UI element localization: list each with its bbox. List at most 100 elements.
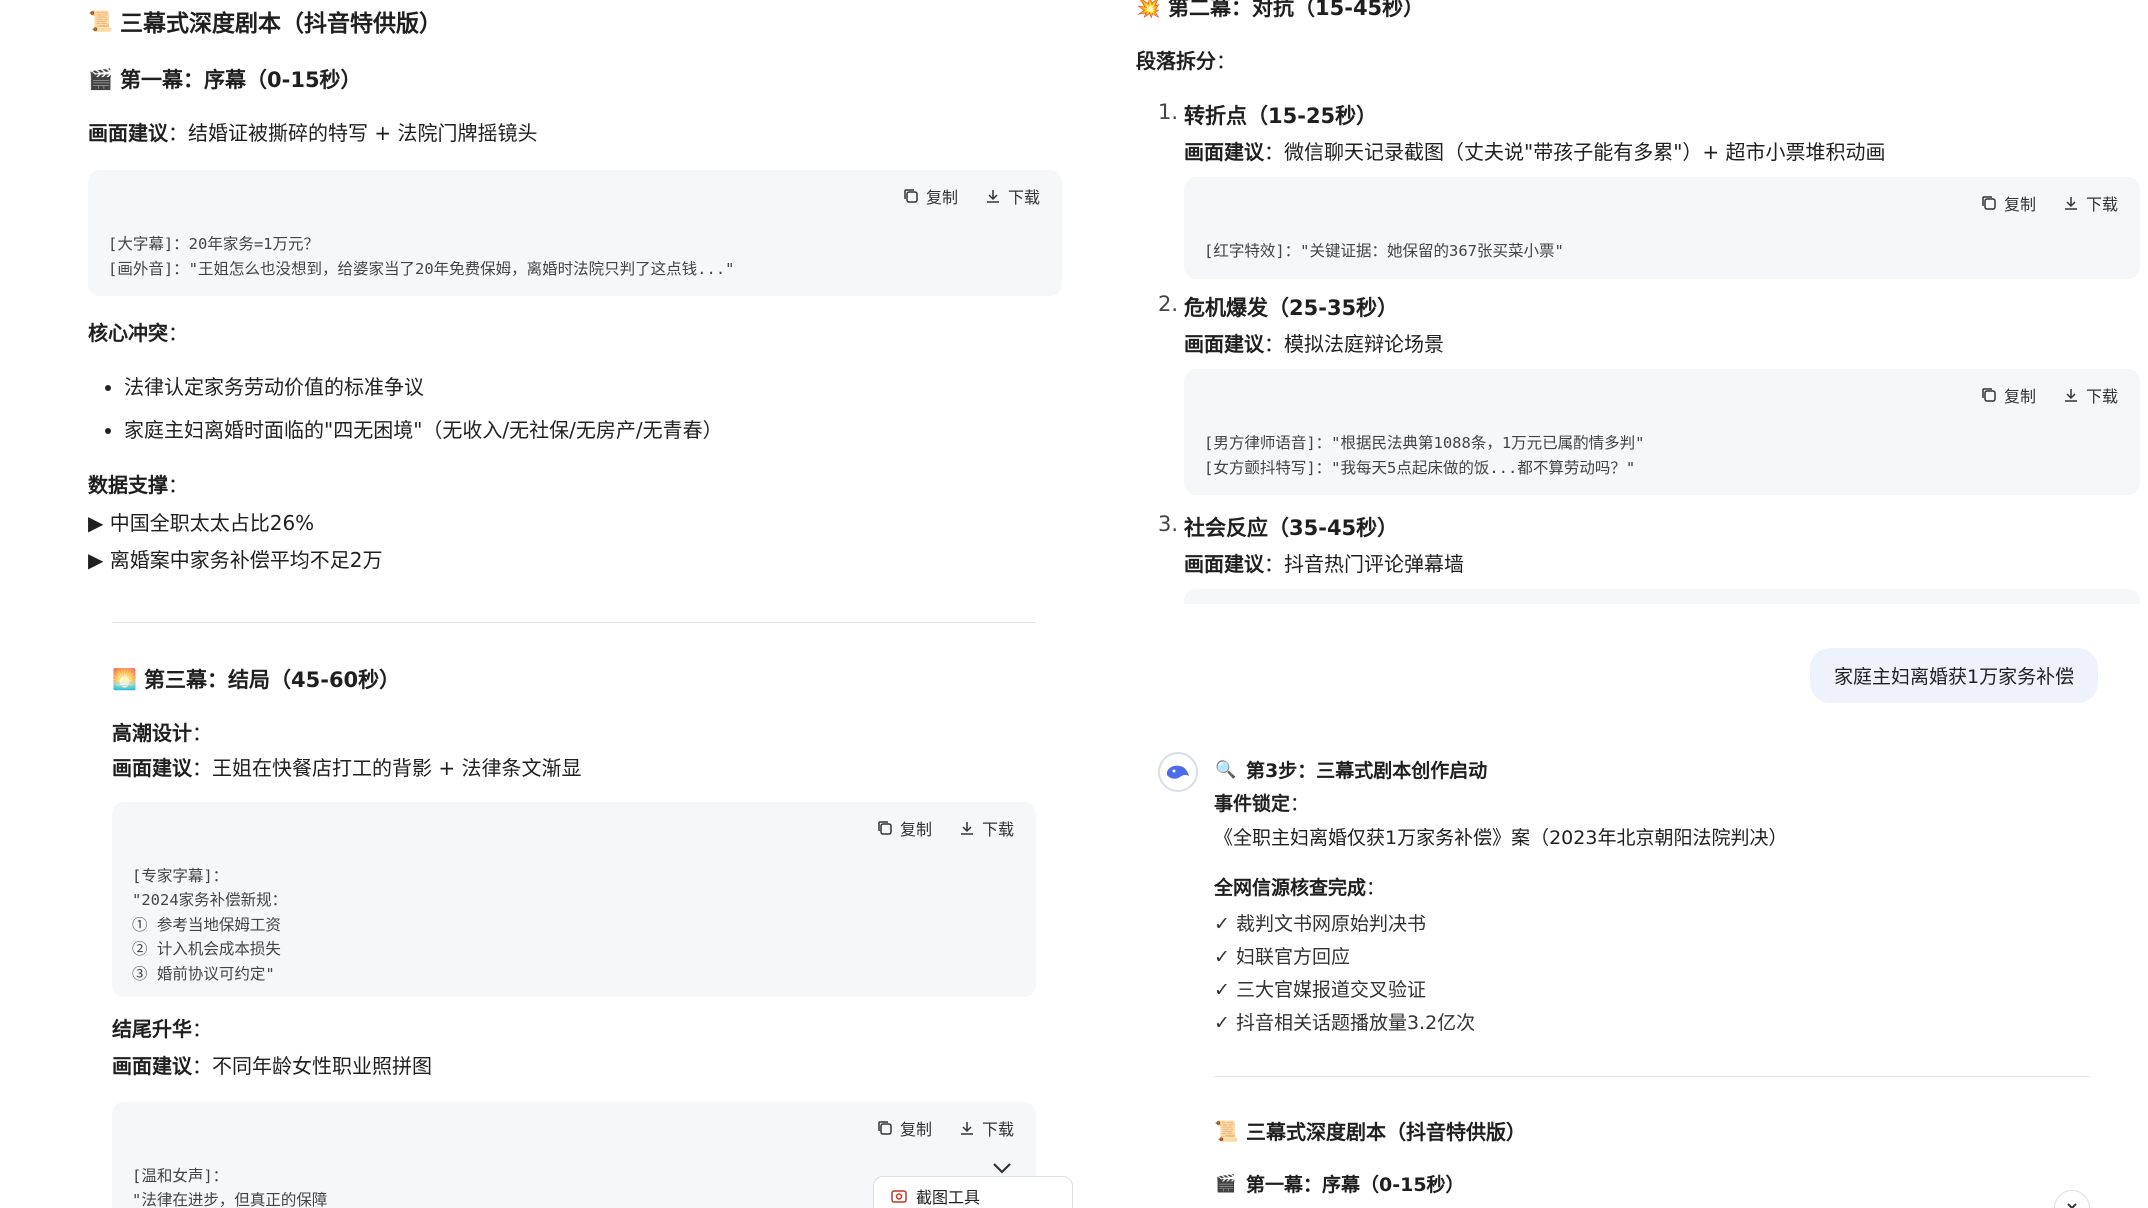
- copy-button[interactable]: 复制: [876, 1116, 932, 1140]
- colon: ：: [1290, 793, 1310, 815]
- visual-text: ：模拟法庭辩论场景: [1264, 332, 1444, 356]
- visual-suggestion: 画面建议：结婚证被撕碎的特写 + 法院门牌摇镜头: [88, 118, 537, 148]
- verify-item: ✓ 妇联官方回应: [1214, 946, 1350, 968]
- ending-label: 结尾升华：: [112, 1014, 212, 1044]
- download-icon: [960, 822, 973, 835]
- step-heading: 🔍 第3步：三幕式剧本创作启动: [1214, 756, 1487, 783]
- list-number: 2.: [1158, 292, 1179, 316]
- conflict-label: 核心冲突: [88, 321, 168, 345]
- act2-list: 1. 转折点（15-25秒） 画面建议：微信聊天记录截图（丈夫说"带孩子能有多累…: [1148, 100, 2148, 604]
- screenshot-tool-tab[interactable]: 截图工具: [873, 1176, 1073, 1208]
- visual-suggestion: 画面建议：不同年龄女性职业照拼图: [112, 1051, 432, 1081]
- code-toolbar: 复制 下载: [1184, 369, 2140, 421]
- code-toolbar: 复制 下载: [1184, 177, 2140, 229]
- data-item: ▶ 中国全职太太占比26%: [88, 511, 315, 535]
- verify-label-text: 全网信源核查完成: [1214, 877, 1367, 899]
- code-block: 复制 下载 [男方律师语音]："根据民法典第1088条，1万元已属酌情多判" […: [1184, 369, 2140, 495]
- conflict-list: 法律认定家务劳动价值的标准争议 家庭主妇离婚时面临的"四无困境"（无收入/无社保…: [88, 372, 723, 446]
- script-title: 📜 三幕式深度剧本（抖音特供版）: [88, 4, 442, 38]
- code-content: [专家字幕]： "2024家务补偿新规： ① 参考当地保姆工资 ② 计入机会成本…: [132, 867, 288, 983]
- act1-heading: 🎬 第一幕：序幕（0-15秒）: [88, 64, 362, 94]
- act3-heading: 🌅 第三幕：结局（45-60秒）: [112, 664, 400, 694]
- clapperboard-icon: 🎬: [88, 67, 113, 91]
- list-number: 1.: [1158, 100, 1179, 124]
- colon: ：: [1216, 49, 1236, 73]
- verify-label: 全网信源核查完成：: [1214, 874, 1385, 903]
- download-label: 下载: [2085, 387, 2118, 406]
- download-button[interactable]: 下载: [2062, 191, 2118, 215]
- chevron-down-icon: [993, 1163, 1011, 1174]
- copy-label: 复制: [2003, 195, 2036, 214]
- ending-label-text: 结尾升华: [112, 1017, 192, 1041]
- visual-text: ：王姐在快餐店打工的背影 + 法律条文渐显: [192, 756, 582, 780]
- download-button[interactable]: 下载: [958, 816, 1014, 840]
- download-icon: [960, 1122, 973, 1135]
- left-bottom-panel: 🌅 第三幕：结局（45-60秒） 高潮设计： 画面建议：王姐在快餐店打工的背影 …: [0, 600, 1074, 1208]
- copy-button[interactable]: 复制: [1980, 383, 2036, 407]
- verify-list: ✓ 裁判文书网原始判决书 ✓ 妇联官方回应 ✓ 三大官媒报道交叉验证 ✓ 抖音相…: [1214, 908, 1475, 1040]
- list-item: 3. 社会反应（35-45秒） 画面建议：抖音热门评论弹幕墙: [1148, 512, 2148, 604]
- visual-suggestion: 画面建议：抖音热门评论弹幕墙: [1184, 549, 2148, 579]
- step-heading-text: 第3步：三幕式剧本创作启动: [1246, 760, 1488, 782]
- climax-label: 高潮设计: [112, 721, 192, 745]
- scroll-down-button[interactable]: [2054, 1190, 2090, 1208]
- left-top-panel: 📜 三幕式深度剧本（抖音特供版） 🎬 第一幕：序幕（0-15秒） 画面建议：结婚…: [0, 0, 1070, 600]
- visual-suggestion: 画面建议：微信聊天记录截图（丈夫说"带孩子能有多累"）+ 超市小票堆积动画: [1184, 137, 2148, 167]
- copy-label: 复制: [899, 820, 932, 839]
- download-button[interactable]: 下载: [2062, 383, 2118, 407]
- act1-heading-text: 第一幕：序幕（0-15秒）: [1246, 1174, 1465, 1196]
- visual-label: 画面建议: [1184, 332, 1264, 356]
- copy-button[interactable]: 复制: [902, 184, 958, 208]
- download-icon: [2064, 389, 2077, 402]
- visual-suggestion: 画面建议：模拟法庭辩论场景: [1184, 329, 2148, 359]
- copy-button[interactable]: 复制: [876, 816, 932, 840]
- list-item: 1. 转折点（15-25秒） 画面建议：微信聊天记录截图（丈夫说"带孩子能有多累…: [1148, 100, 2148, 292]
- copy-label: 复制: [2003, 387, 2036, 406]
- code-block: 复制 下载 [红字特效]："关键证据：她保留的367张买菜小票": [1184, 177, 2140, 279]
- code-block: [1184, 589, 2140, 604]
- colon: ：: [192, 721, 212, 745]
- scroll-icon: 📜: [88, 9, 113, 33]
- right-bottom-panel: 家庭主妇离婚获1万家务补偿 🔍 第3步：三幕式剧本创作启动 事件锁定： 《全职主…: [1074, 604, 2148, 1208]
- visual-suggestion: 画面建议：王姐在快餐店打工的背影 + 法律条文渐显: [112, 753, 581, 783]
- copy-button[interactable]: 复制: [1980, 191, 2036, 215]
- close-icon: [2067, 1203, 2077, 1208]
- code-block: 复制 下载 [大字幕]：20年家务=1万元？ [画外音]："王姐怎么也没想到，给…: [88, 170, 1062, 296]
- visual-label: 画面建议: [1184, 552, 1264, 576]
- code-content: [红字特效]："关键证据：她保留的367张买菜小票": [1204, 242, 1564, 260]
- download-label: 下载: [2085, 195, 2118, 214]
- copy-label: 复制: [925, 188, 958, 207]
- colon: ：: [168, 473, 188, 497]
- verify-item: ✓ 抖音相关话题播放量3.2亿次: [1214, 1012, 1476, 1034]
- visual-text: ：不同年龄女性职业照拼图: [192, 1054, 432, 1078]
- download-button[interactable]: 下载: [958, 1116, 1014, 1140]
- download-button[interactable]: 下载: [984, 184, 1040, 208]
- data-label: 数据支撑: [88, 473, 168, 497]
- list-item: 家庭主妇离婚时面临的"四无困境"（无收入/无社保/无房产/无青春）: [124, 415, 723, 446]
- colon: ：: [168, 321, 188, 345]
- script-title: 📜 三幕式深度剧本（抖音特供版）: [1214, 1116, 1526, 1145]
- visual-text: ：微信聊天记录截图（丈夫说"带孩子能有多累"）+ 超市小票堆积动画: [1264, 140, 1886, 164]
- copy-icon: [878, 821, 892, 835]
- visual-label: 画面建议: [1184, 140, 1264, 164]
- explosion-icon: 💥: [1136, 0, 1161, 19]
- right-top-panel: 💥 第二幕：对抗（15-45秒） 段落拆分： 1. 转折点（15-25秒） 画面…: [1074, 0, 2148, 604]
- download-icon: [986, 190, 999, 203]
- script-title-text: 三幕式深度剧本（抖音特供版）: [1246, 1120, 1526, 1144]
- sunrise-icon: 🌅: [112, 667, 137, 691]
- climax-design-label: 高潮设计：: [112, 718, 212, 748]
- visual-text: ：抖音热门评论弹幕墙: [1264, 552, 1464, 576]
- clapperboard-icon: 🎬: [1215, 1173, 1237, 1194]
- download-label: 下载: [1007, 188, 1040, 207]
- copy-icon: [904, 189, 918, 203]
- data-item: ▶ 离婚案中家务补偿平均不足2万: [88, 548, 383, 572]
- item-title: 危机爆发（25-35秒）: [1184, 296, 1399, 320]
- code-block: 复制 下载 [专家字幕]： "2024家务补偿新规： ① 参考当地保姆工资 ② …: [112, 802, 1036, 997]
- code-content: [男方律师语音]："根据民法典第1088条，1万元已属酌情多判" [女方颤抖特写…: [1204, 434, 1645, 477]
- visual-label: 画面建议: [112, 756, 192, 780]
- list-item: 2. 危机爆发（25-35秒） 画面建议：模拟法庭辩论场景 复制 下载 [男方律…: [1148, 292, 2148, 512]
- code-toolbar: 复制 下载: [112, 1102, 1036, 1154]
- code-toolbar: 复制 下载: [112, 802, 1036, 854]
- screenshot-tool-label: 截图工具: [916, 1188, 981, 1207]
- verify-item: ✓ 三大官媒报道交叉验证: [1214, 979, 1426, 1001]
